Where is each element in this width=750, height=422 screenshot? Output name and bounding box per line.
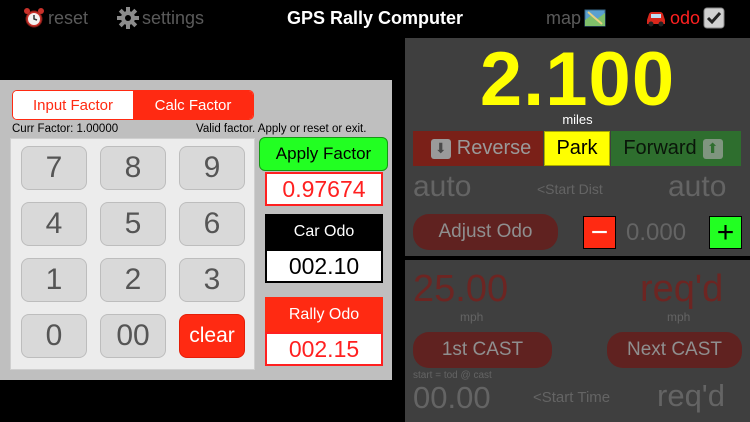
forward-button[interactable]: Forward ⬆ [611, 131, 741, 166]
park-label: Park [556, 137, 598, 159]
arrow-down-icon: ⬇ [430, 138, 451, 159]
distance-readout: 2.100 [479, 37, 676, 122]
current-factor-text: Curr Factor: 1.00000 [12, 123, 119, 135]
odo-button[interactable]: odo [644, 6, 728, 30]
reverse-label: Reverse [456, 137, 532, 159]
rally-odo-label: Rally Odo [265, 297, 383, 332]
auto-right-toggle[interactable]: auto [668, 170, 726, 204]
reset-button[interactable]: reset [22, 6, 88, 30]
tab-input-factor[interactable]: Input Factor [13, 91, 133, 119]
car-icon [644, 6, 668, 30]
required-speed-value: req'd [640, 268, 724, 310]
top-bar: GPS Rally Computer reset settings map od… [0, 0, 750, 36]
key-2[interactable]: 2 [100, 258, 166, 302]
key-5[interactable]: 5 [100, 202, 166, 246]
required-speed-unit: mph [667, 310, 691, 324]
settings-label: settings [142, 7, 205, 28]
key-7[interactable]: 7 [21, 146, 87, 190]
decrement-button[interactable]: − [583, 216, 616, 249]
required-time-value: req'd [657, 378, 725, 413]
key-4[interactable]: 4 [21, 202, 87, 246]
clear-button[interactable]: clear [179, 314, 245, 358]
park-button[interactable]: Park [544, 131, 610, 166]
rally-odo-field[interactable]: 002.15 [265, 332, 383, 366]
key-1[interactable]: 1 [21, 258, 87, 302]
auto-left-toggle[interactable]: auto [413, 170, 471, 204]
checkbox-checked-icon [702, 6, 726, 30]
factor-mode-segmented-control: Input Factor Calc Factor [12, 90, 254, 120]
increment-button[interactable]: + [709, 216, 742, 249]
key-9[interactable]: 9 [179, 146, 245, 190]
key-8[interactable]: 8 [100, 146, 166, 190]
start-time-value: 00.00 [413, 380, 491, 415]
factor-status-text: Valid factor. Apply or reset or exit. [196, 123, 367, 135]
car-odo-label: Car Odo [265, 214, 383, 249]
first-cast-button[interactable]: 1st CAST [413, 332, 552, 368]
alarm-clock-icon [22, 6, 46, 30]
map-button[interactable]: map [546, 6, 609, 30]
distance-unit: miles [562, 112, 593, 127]
adjust-odo-button[interactable]: Adjust Odo [413, 214, 558, 250]
calculated-factor-value: 0.97674 [265, 172, 383, 206]
tab-calc-factor[interactable]: Calc Factor [133, 91, 253, 119]
reverse-button[interactable]: ⬇ Reverse [413, 131, 543, 166]
speed-unit: mph [460, 310, 484, 324]
apply-factor-button[interactable]: Apply Factor [259, 137, 388, 171]
app-title: GPS Rally Computer [286, 7, 464, 28]
map-icon [583, 6, 607, 30]
reset-label: reset [48, 7, 89, 28]
odo-label: odo [670, 7, 701, 28]
cast-speed-value: 25.00 [413, 268, 509, 310]
key-0[interactable]: 0 [21, 314, 87, 358]
key-00[interactable]: 00 [100, 314, 166, 358]
forward-label: Forward [623, 137, 697, 159]
start-time-label: <Start Time [533, 389, 611, 406]
car-odo-field[interactable]: 002.10 [265, 249, 383, 283]
next-cast-button[interactable]: Next CAST [607, 332, 742, 368]
key-3[interactable]: 3 [179, 258, 245, 302]
map-label: map [546, 7, 582, 28]
numeric-keypad: 7 8 9 4 5 6 1 2 3 0 00 clear [10, 138, 255, 370]
settings-button[interactable]: settings [116, 6, 204, 30]
start-dist-label: <Start Dist [537, 181, 603, 197]
adjust-value: 0.000 [626, 219, 687, 246]
gear-icon [116, 6, 140, 30]
key-6[interactable]: 6 [179, 202, 245, 246]
arrow-up-icon: ⬆ [702, 138, 723, 159]
